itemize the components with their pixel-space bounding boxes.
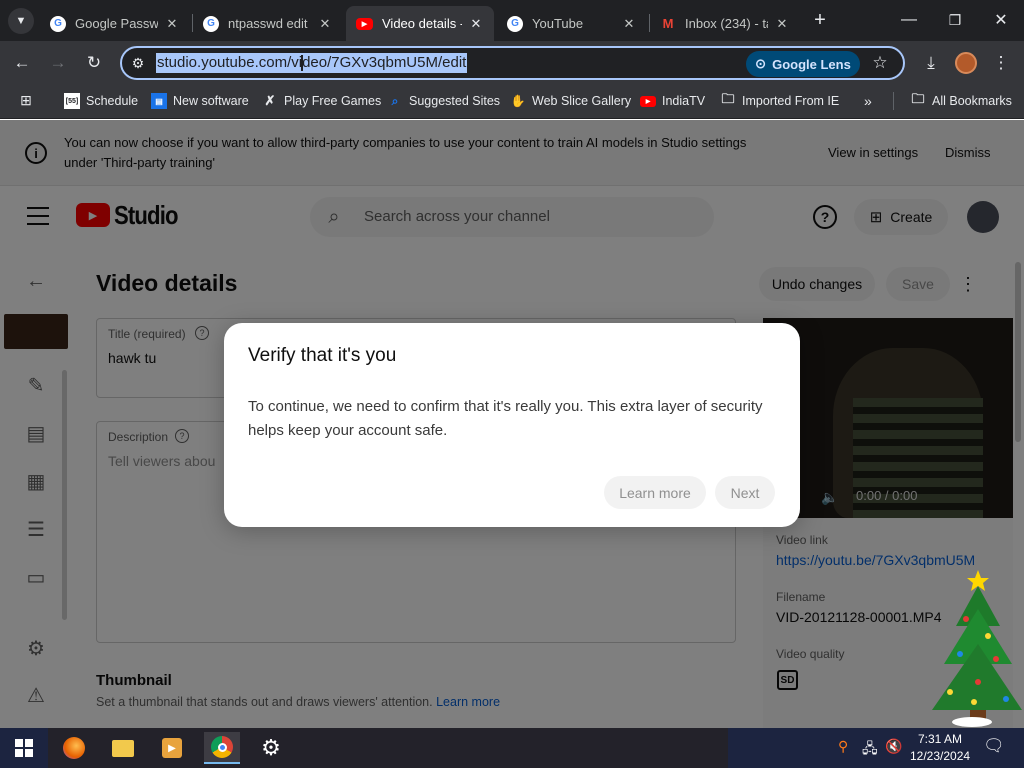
all-bookmarks-folder[interactable]: 🗀 All Bookmarks <box>910 91 1012 111</box>
tab-label: Google Passw <box>75 16 158 31</box>
bookmark-star-icon[interactable]: ☆ <box>869 53 891 73</box>
taskbar-wallpaper-strip <box>48 728 728 768</box>
text-cursor-icon <box>301 55 303 71</box>
tab-label: YouTube <box>532 16 584 31</box>
clock[interactable]: 7:31 AM 12/23/2024 <box>910 731 970 765</box>
lens-icon: ⊙ <box>755 56 767 71</box>
back-button[interactable]: ← <box>8 51 36 75</box>
youtube-icon: ▶ <box>640 95 656 107</box>
reload-button[interactable]: ↻ <box>80 51 108 75</box>
chrome-taskbar-button[interactable] <box>204 732 240 764</box>
bookmark-imported-from-ie[interactable]: 🗀 Imported From IE <box>720 91 839 111</box>
tab-label: Video details - <box>382 16 462 31</box>
bookmark-label: Suggested Sites <box>409 94 501 108</box>
learn-more-button[interactable]: Learn more <box>604 476 706 509</box>
google-icon: G <box>507 15 523 32</box>
tab-google-passwords[interactable]: G Google Passw ✕ <box>40 6 190 41</box>
bookmark-web-slice-gallery[interactable]: ✋ Web Slice Gallery <box>510 91 632 111</box>
close-icon[interactable]: ✕ <box>164 16 180 32</box>
minimize-icon: — <box>901 11 917 28</box>
tab-ntpasswd[interactable]: G ntpasswd edit ✕ <box>193 6 343 41</box>
restore-icon: ❐ <box>948 11 962 28</box>
tab-label: ntpasswd edit <box>228 16 308 31</box>
google-icon: G <box>203 15 219 32</box>
chrome-icon <box>211 736 233 758</box>
bookmark-label: Schedule <box>86 94 139 108</box>
close-icon: ✕ <box>994 12 1008 29</box>
chevron-down-icon: ▼ <box>15 15 27 27</box>
youtube-studio-icon: ▶ <box>356 17 373 30</box>
notification-icon[interactable]: 🗨 <box>983 736 1005 756</box>
bookmark-indiatv[interactable]: ▶ IndiaTV <box>640 91 705 111</box>
start-button[interactable] <box>6 732 42 764</box>
media-player-icon: ▶ <box>162 738 182 758</box>
plus-icon: + <box>814 8 826 31</box>
new-software-icon: ▤ <box>151 93 167 109</box>
bookmark-label: All Bookmarks <box>932 94 1012 108</box>
media-player-taskbar-button[interactable]: ▶ <box>154 732 190 764</box>
file-explorer-taskbar-button[interactable] <box>105 732 141 764</box>
bookmark-label: Web Slice Gallery <box>532 94 632 108</box>
close-icon[interactable]: ✕ <box>621 16 637 32</box>
firefox-taskbar-button[interactable] <box>56 732 92 764</box>
christmas-tree-decoration <box>932 570 1022 727</box>
games-icon: ✗ <box>264 93 276 108</box>
close-icon[interactable]: ✕ <box>468 16 484 32</box>
bookmark-label: IndiaTV <box>662 94 706 108</box>
download-icon[interactable]: ⤓ <box>918 51 944 75</box>
arrow-right-icon: → <box>49 53 67 72</box>
bookmark-schedule[interactable]: [55] Schedule <box>64 91 138 111</box>
bookmark-new-software[interactable]: ▤ New software <box>151 91 249 111</box>
volume-muted-icon[interactable]: 🔇 <box>885 738 902 755</box>
close-icon[interactable]: ✕ <box>317 16 333 32</box>
web-slice-icon: ✋ <box>510 94 526 108</box>
windows-logo-icon <box>15 739 33 757</box>
close-window-button[interactable]: ✕ <box>986 6 1016 34</box>
close-icon[interactable]: ✕ <box>774 16 790 32</box>
bookmarks-divider <box>893 92 894 110</box>
chevron-double-right-icon: » <box>864 93 872 109</box>
apps-grid-icon[interactable]: ⊞ <box>17 91 35 109</box>
more-bookmarks-button[interactable]: » <box>864 91 872 111</box>
gmail-icon: M <box>662 16 674 31</box>
firefox-icon <box>63 737 85 759</box>
site-info-icon[interactable]: ⚙ <box>128 53 148 73</box>
folder-icon: 🗀 <box>911 91 925 106</box>
tab-gmail-inbox[interactable]: M Inbox (234) - ta ✕ <box>650 6 800 41</box>
dialog-title: Verify that it's you <box>248 345 397 366</box>
more-vert-icon[interactable]: ⋮ <box>991 51 1011 75</box>
folder-icon: 🗀 <box>721 91 735 106</box>
schedule-icon: [55] <box>64 93 80 109</box>
bookmark-play-free-games[interactable]: ✗ Play Free Games <box>262 91 382 111</box>
settings-taskbar-button[interactable]: ⚙ <box>253 732 289 764</box>
tab-video-details[interactable]: ▶ Video details - ✕ <box>346 6 494 41</box>
network-icon[interactable]: 🖧 <box>862 738 878 762</box>
url-text[interactable]: studio.youtube.com/video/7GXv3qbmU5M/edi… <box>156 53 468 73</box>
dialog-body: To continue, we need to confirm that it'… <box>248 398 763 439</box>
search-tray-icon[interactable]: ⚲ <box>838 738 848 755</box>
tab-youtube[interactable]: G YouTube ✕ <box>497 6 647 41</box>
restore-button[interactable]: ❐ <box>940 6 970 34</box>
clock-time: 7:31 AM <box>917 732 963 746</box>
bookmark-label: Play Free Games <box>284 94 382 108</box>
next-button[interactable]: Next <box>715 476 775 509</box>
google-lens-button[interactable]: ⊙ Google Lens <box>746 51 860 77</box>
forward-button[interactable]: → <box>44 51 72 75</box>
reload-icon: ↻ <box>86 53 102 72</box>
tab-search-button[interactable]: ▼ <box>8 8 34 34</box>
google-icon: G <box>50 15 66 32</box>
folder-icon <box>112 739 134 757</box>
new-tab-button[interactable]: + <box>808 8 832 32</box>
lens-label: Google Lens <box>772 56 851 72</box>
bookmark-label: New software <box>173 94 249 108</box>
suggested-sites-icon: ⌕ <box>391 93 399 108</box>
profile-avatar[interactable] <box>955 52 977 74</box>
minimize-button[interactable]: — <box>894 6 924 34</box>
clock-date: 12/23/2024 <box>910 749 971 763</box>
arrow-left-icon: ← <box>13 53 31 72</box>
bookmark-suggested-sites[interactable]: ⌕ Suggested Sites <box>387 91 500 111</box>
bookmark-label: Imported From IE <box>742 94 840 108</box>
settings-gear-icon: ⚙ <box>261 735 281 760</box>
tab-label: Inbox (234) - ta <box>685 16 768 31</box>
